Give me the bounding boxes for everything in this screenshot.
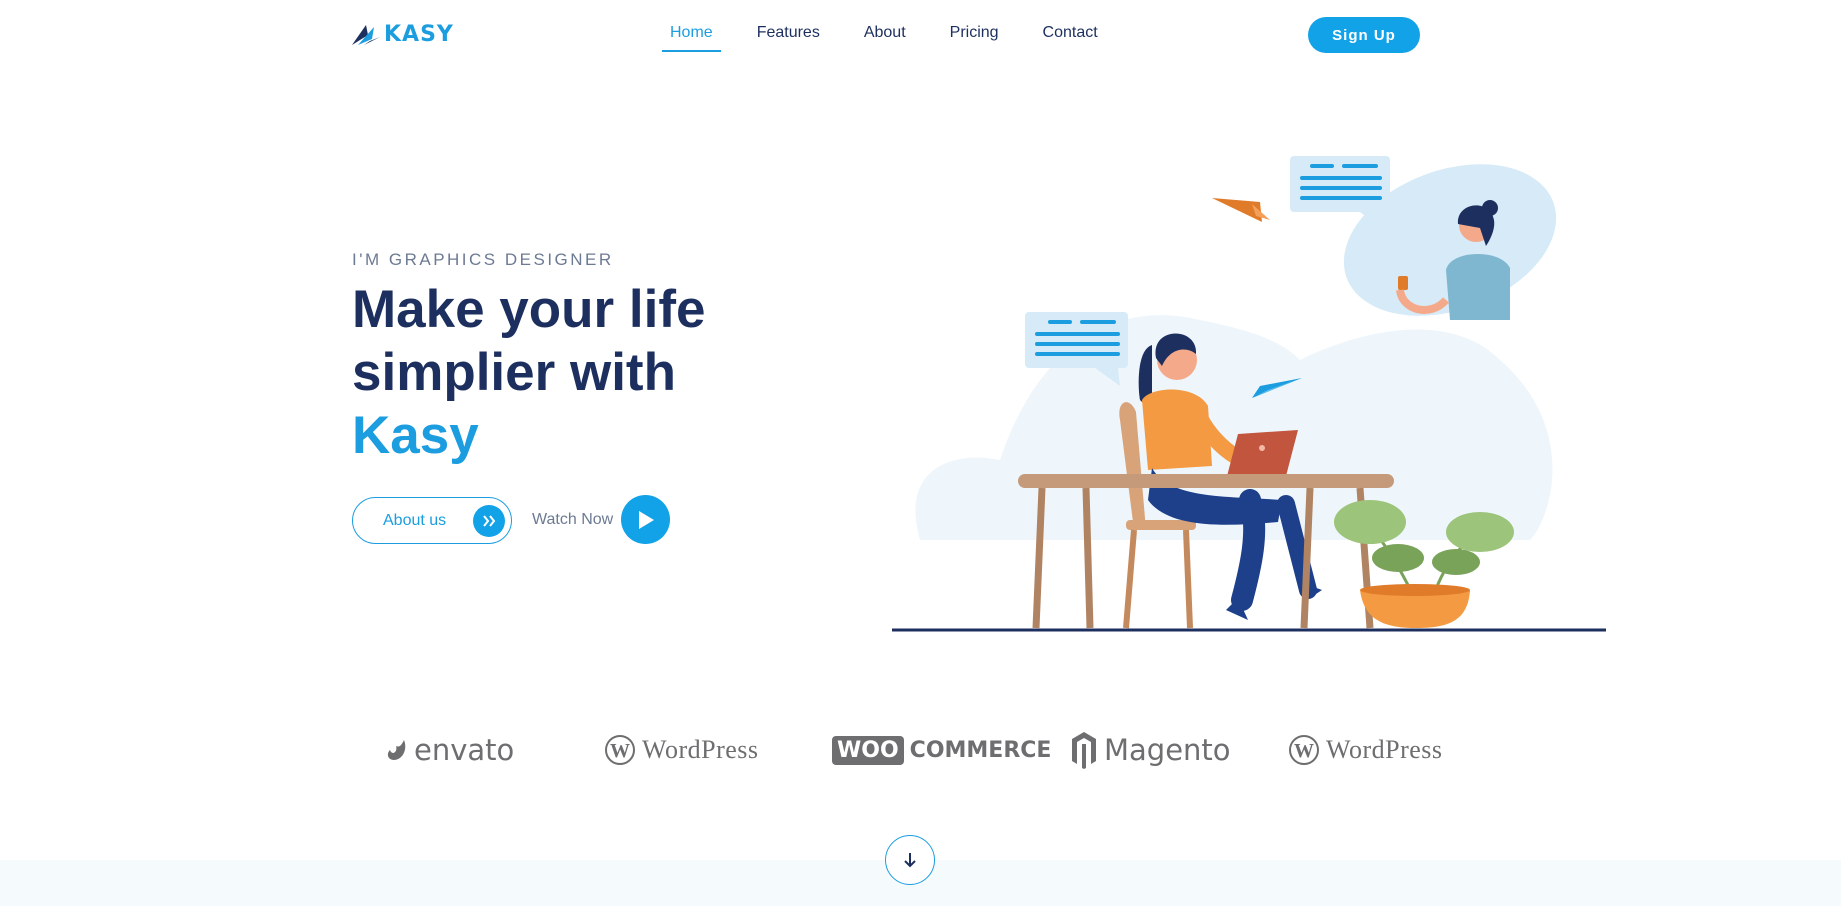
partner-name: WordPress — [1326, 735, 1443, 764]
about-us-button[interactable]: About us — [352, 497, 512, 544]
hero-eyebrow: I'M GRAPHICS DESIGNER — [352, 250, 614, 269]
watch-now-label: Watch Now — [532, 510, 614, 528]
partner-name: WordPress — [642, 735, 759, 764]
partner-logos: envato W WordPress WOO COMMERCE Magento … — [352, 720, 1452, 780]
wordpress-icon: W — [605, 735, 635, 765]
chat-bubble-icon — [1290, 156, 1390, 228]
site-header: KASY Home Features About Pricing Contact… — [0, 0, 1841, 70]
partner-wordpress: W WordPress — [1288, 720, 1443, 780]
nav-item-features[interactable]: Features — [749, 20, 828, 52]
headline-accent: Kasy — [352, 406, 479, 465]
partner-name: COMMERCE — [909, 737, 1052, 763]
double-chevron-right-icon — [473, 505, 505, 537]
partner-woocommerce: WOO COMMERCE — [832, 720, 1051, 780]
magento-icon — [1072, 732, 1096, 769]
partner-envato: envato — [386, 720, 514, 780]
partner-wordpress: W WordPress — [604, 720, 759, 780]
about-us-label: About us — [383, 511, 447, 529]
nav-item-home[interactable]: Home — [662, 20, 721, 52]
partner-name: Magento — [1104, 733, 1231, 767]
woocommerce-icon: WOO — [832, 735, 904, 765]
partner-name: envato — [414, 733, 515, 767]
envato-leaf-icon — [387, 740, 406, 760]
logo-text: KASY — [384, 22, 454, 47]
hero-illustration — [892, 156, 1606, 632]
wordpress-icon: W — [1289, 735, 1319, 765]
partner-magento: Magento — [1070, 720, 1231, 780]
sign-up-button[interactable]: Sign Up — [1308, 17, 1420, 53]
hero-headline: Make your life simplier with Kasy — [352, 278, 772, 467]
svg-text:W: W — [610, 740, 630, 762]
scroll-down-button[interactable] — [885, 835, 935, 885]
play-icon — [621, 495, 671, 544]
main-nav: Home Features About Pricing Contact — [662, 20, 1134, 52]
nav-item-contact[interactable]: Contact — [1035, 20, 1106, 52]
headline-line-1: Make your life — [352, 280, 706, 339]
svg-text:W: W — [1294, 740, 1314, 762]
arrow-down-icon — [904, 853, 916, 868]
nav-item-about[interactable]: About — [856, 20, 914, 52]
nav-item-pricing[interactable]: Pricing — [942, 20, 1007, 52]
headline-line-2: simplier with — [352, 343, 676, 402]
kasy-logo-icon — [352, 24, 380, 45]
watch-now-button[interactable]: Watch Now — [532, 495, 671, 544]
logo[interactable]: KASY — [352, 22, 454, 47]
